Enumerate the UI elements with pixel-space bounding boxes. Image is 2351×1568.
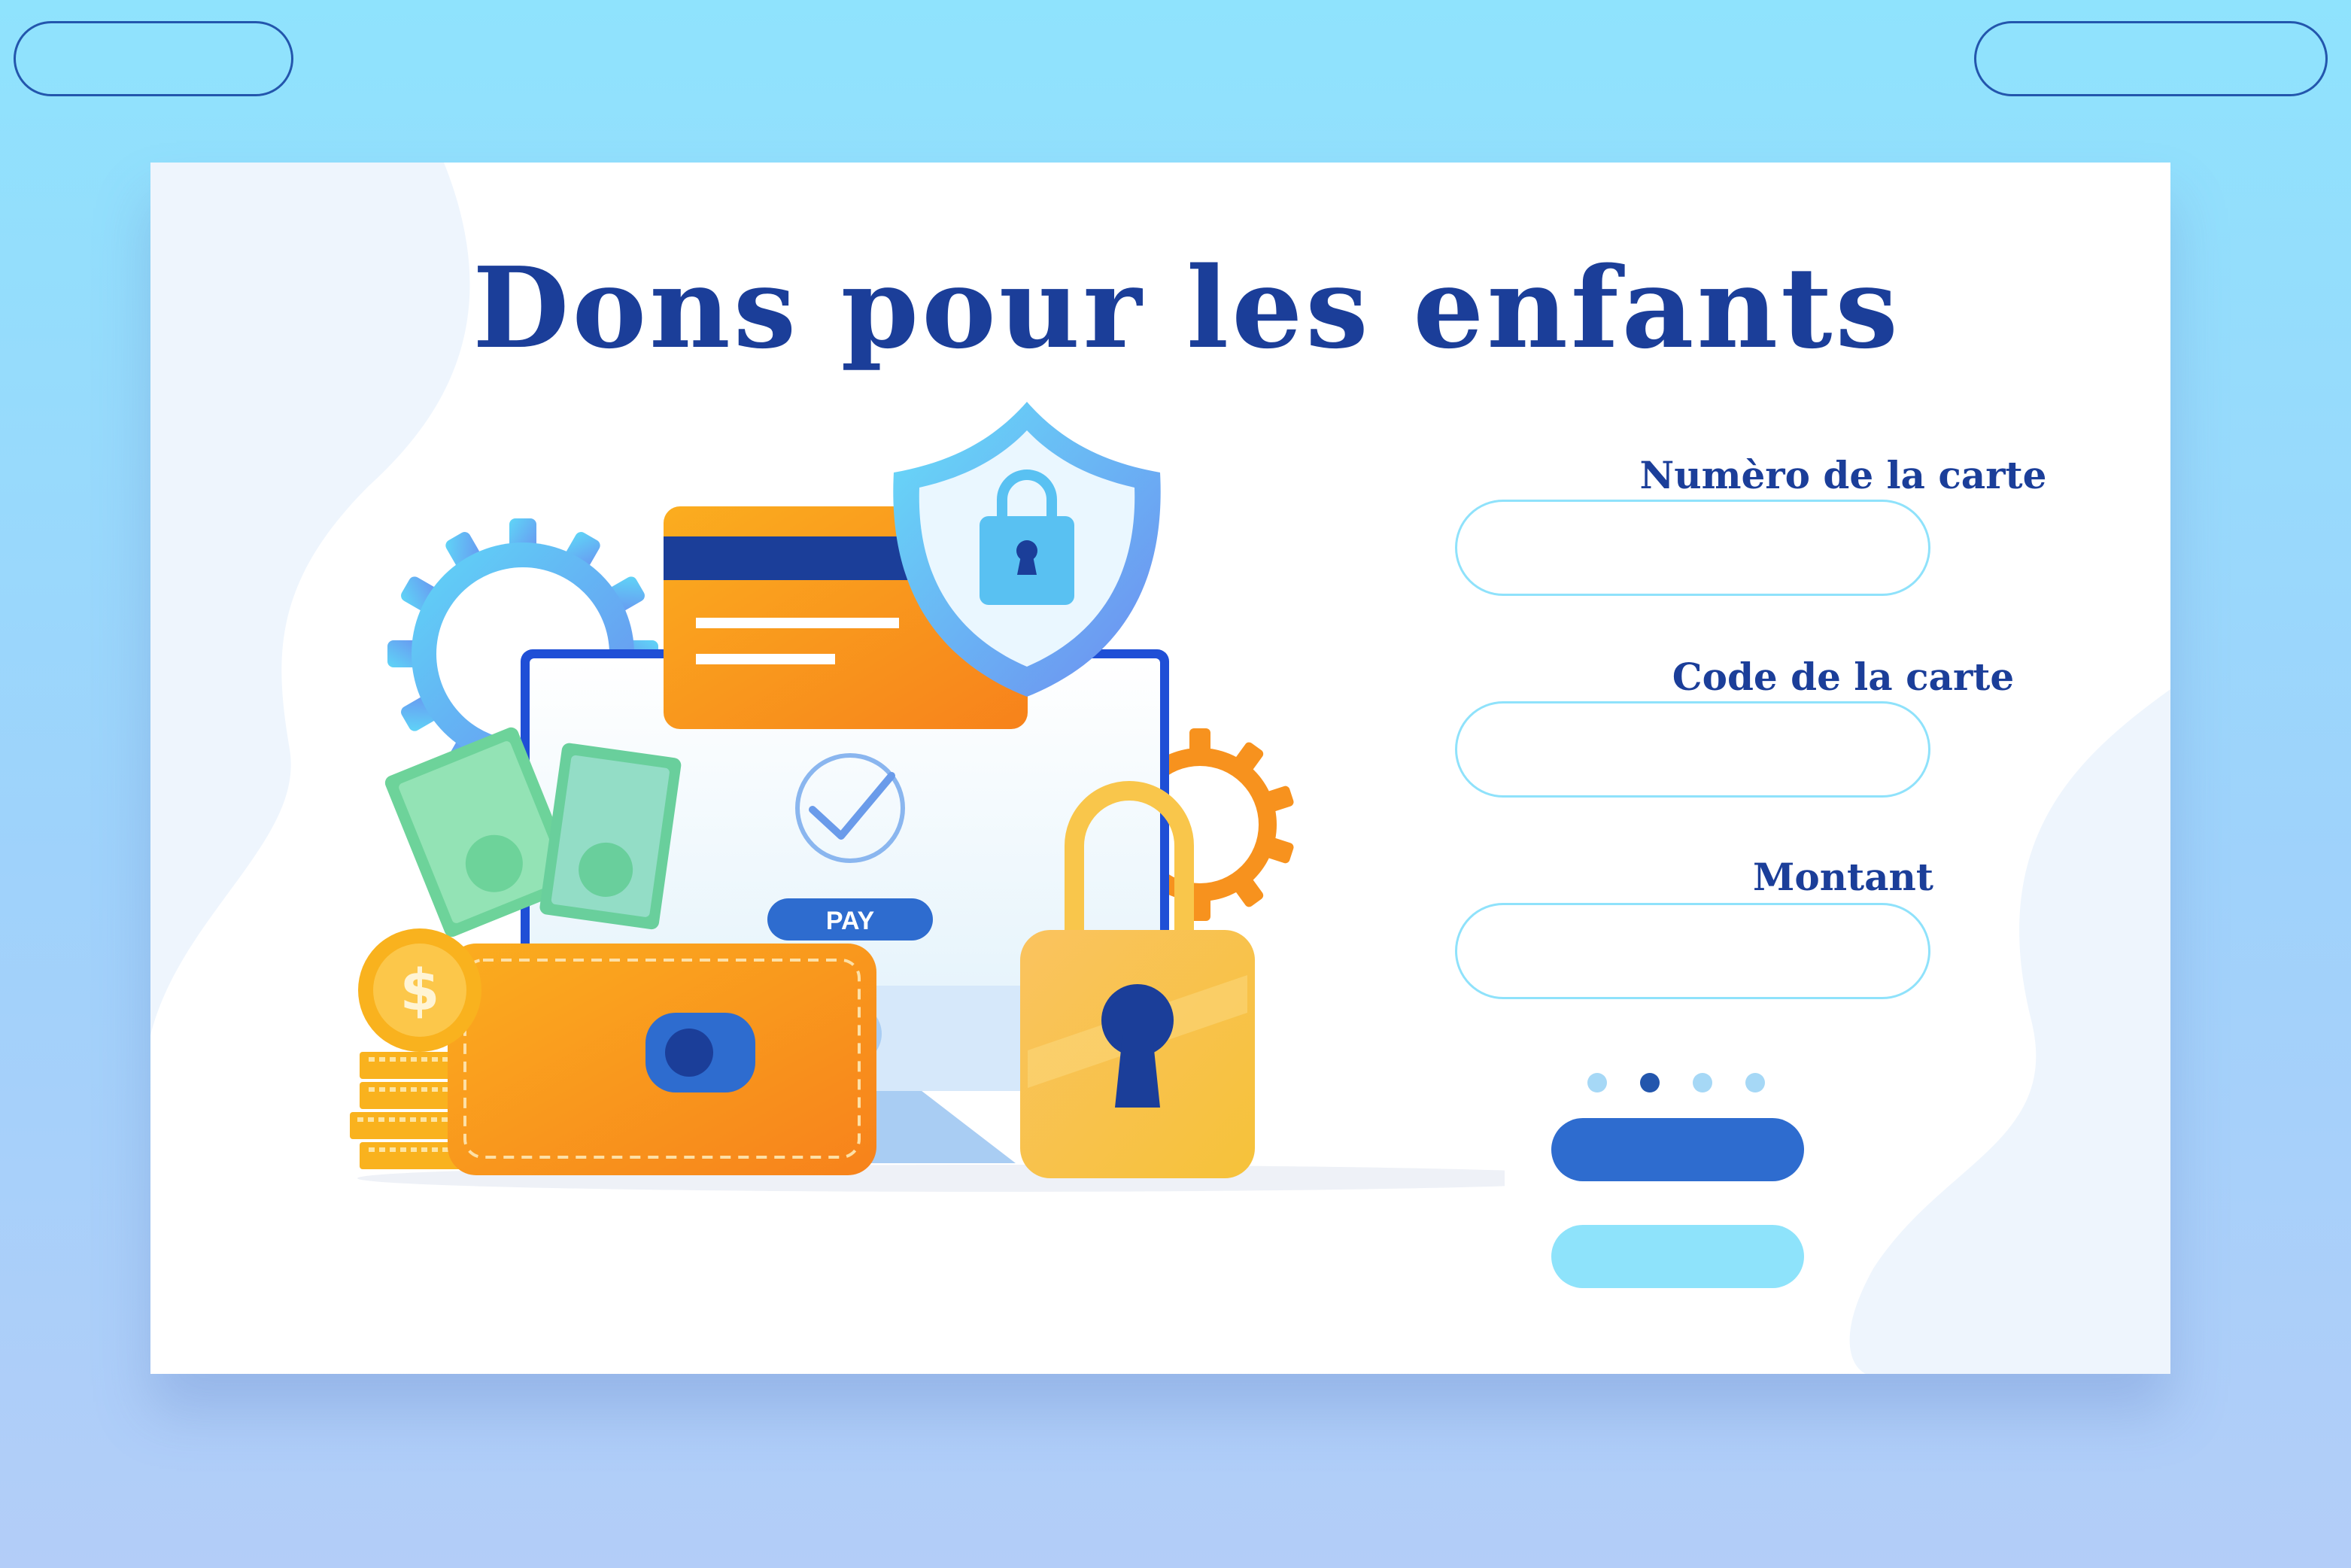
dollar-symbol: $ bbox=[400, 956, 440, 1023]
pay-badge: PAY bbox=[767, 898, 933, 940]
wallet-icon bbox=[448, 944, 876, 1175]
card-code-label: Code de la carte bbox=[1672, 655, 2015, 699]
amount-input[interactable] bbox=[1455, 903, 1930, 999]
card-code-input[interactable] bbox=[1455, 701, 1930, 798]
pagination-dots bbox=[1587, 1073, 1765, 1092]
pagination-dot-active[interactable] bbox=[1640, 1073, 1660, 1092]
top-left-pill-button[interactable] bbox=[14, 21, 293, 96]
dollar-coin-icon: $ bbox=[358, 928, 481, 1052]
card-number-label: Numèro de la carte bbox=[1639, 453, 2047, 497]
donation-card: Dons pour les enfants PAY $ Numèro de la… bbox=[150, 163, 2170, 1374]
secure-payment-illustration: PAY $ bbox=[350, 402, 1505, 1192]
top-right-pill-button[interactable] bbox=[1974, 21, 2328, 96]
submit-button[interactable] bbox=[1551, 1118, 1804, 1181]
secondary-button[interactable] bbox=[1551, 1225, 1804, 1288]
pagination-dot[interactable] bbox=[1745, 1073, 1765, 1092]
card-number-input[interactable] bbox=[1455, 500, 1930, 596]
pagination-dot[interactable] bbox=[1587, 1073, 1607, 1092]
pagination-dot[interactable] bbox=[1693, 1073, 1712, 1092]
pay-label: PAY bbox=[826, 907, 875, 935]
amount-label: Montant bbox=[1753, 855, 1933, 899]
